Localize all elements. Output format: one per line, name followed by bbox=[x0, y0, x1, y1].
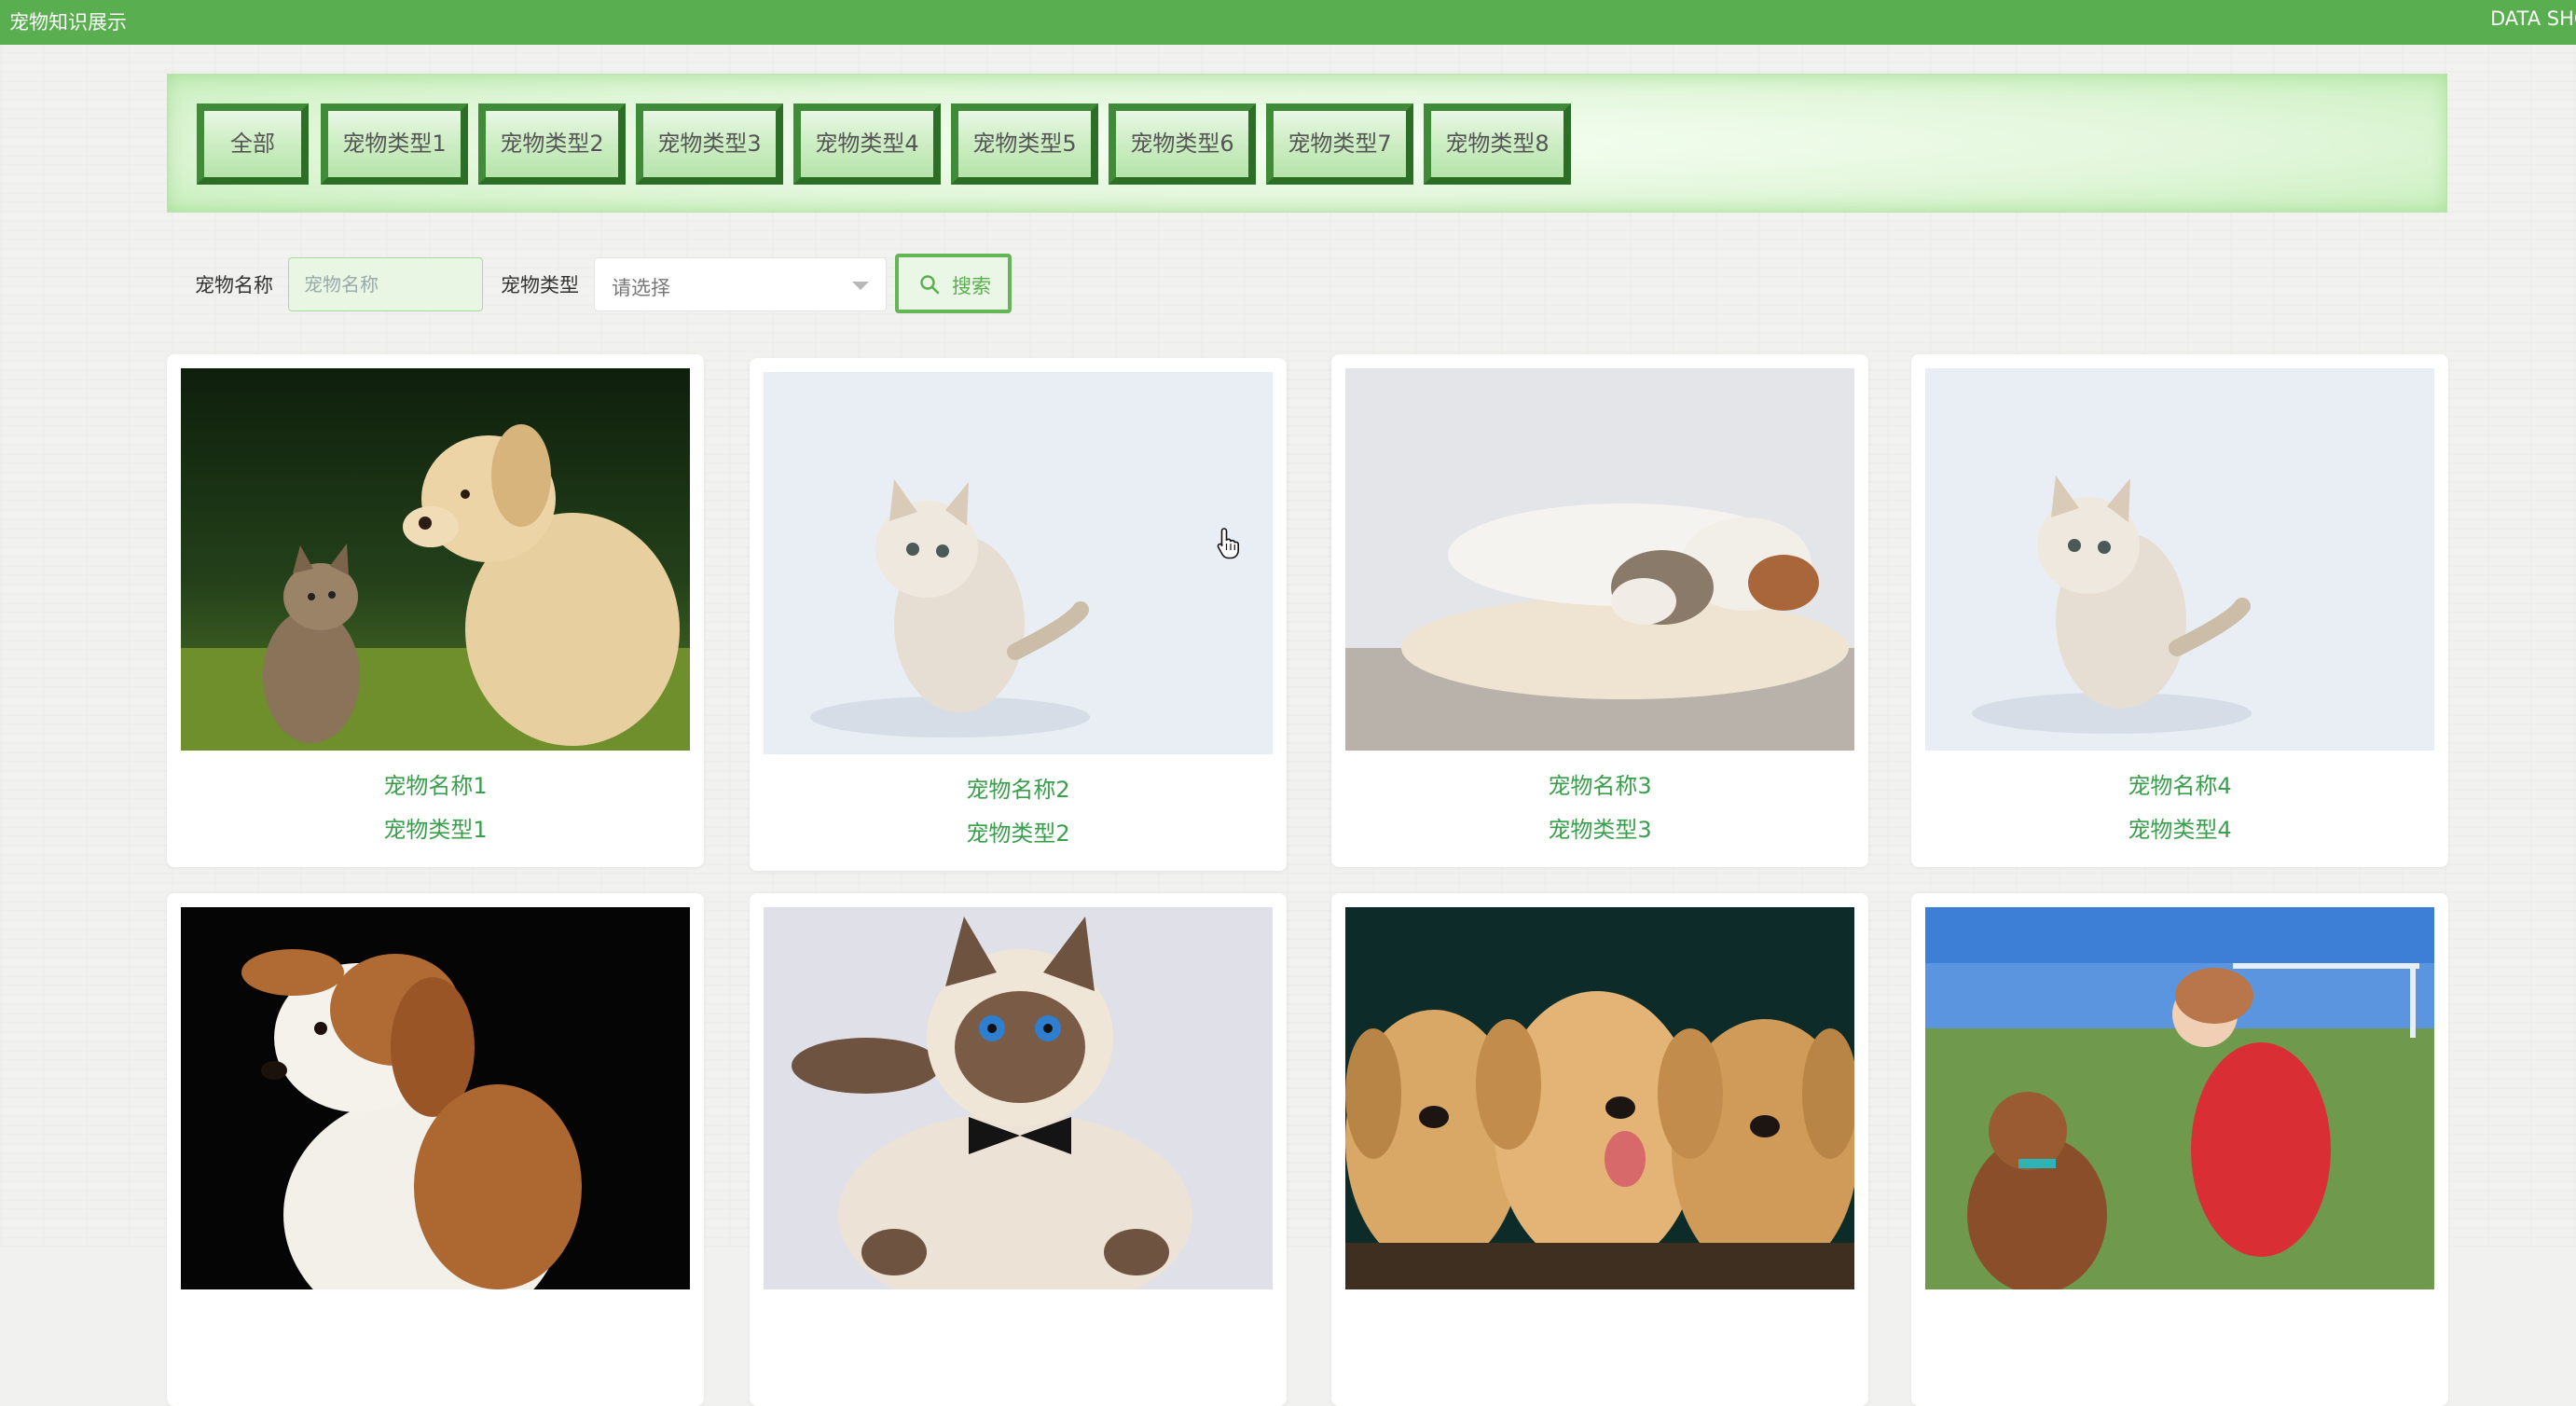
pet-card[interactable]: 宠物名称4 宠物类型4 bbox=[1911, 354, 2448, 867]
hand-cursor-icon bbox=[1217, 528, 1239, 559]
pet-name: 宠物名称1 bbox=[383, 773, 488, 799]
pet-name-input[interactable] bbox=[288, 257, 483, 311]
pet-card[interactable] bbox=[750, 893, 1287, 1406]
pet-card[interactable] bbox=[167, 893, 704, 1406]
search-button[interactable]: 搜索 bbox=[895, 254, 1012, 313]
pet-name: 宠物名称2 bbox=[966, 777, 1070, 803]
pet-type: 宠物类型1 bbox=[383, 817, 488, 843]
chevron-down-icon bbox=[852, 282, 869, 290]
pet-type-label: 宠物类型 bbox=[501, 274, 579, 296]
category-all-button[interactable]: 全部 bbox=[197, 103, 309, 185]
category-type5-button[interactable]: 宠物类型5 bbox=[951, 103, 1098, 185]
category-type1-button[interactable]: 宠物类型1 bbox=[321, 103, 468, 185]
category-type7-button[interactable]: 宠物类型7 bbox=[1266, 103, 1413, 185]
pet-card[interactable]: 宠物名称1 宠物类型1 bbox=[167, 354, 704, 867]
pet-photo-beagle-puppy bbox=[181, 907, 690, 1289]
pet-name-label: 宠物名称 bbox=[195, 274, 273, 296]
pet-card[interactable] bbox=[1911, 893, 2448, 1406]
pet-photo-siamese-cat-bowtie bbox=[764, 907, 1273, 1289]
header-right-text: DATA SHOW bbox=[2490, 7, 2576, 30]
pet-card[interactable] bbox=[1331, 893, 1868, 1406]
pet-type-placeholder: 请选择 bbox=[612, 277, 670, 299]
site-title: 宠物知识展示 bbox=[9, 11, 127, 34]
pet-name: 宠物名称4 bbox=[2128, 773, 2232, 799]
category-panel: 全部 宠物类型1 宠物类型2 宠物类型3 宠物类型4 宠物类型5 宠物类型6 宠… bbox=[167, 74, 2447, 213]
search-button-label: 搜索 bbox=[952, 275, 991, 297]
category-type4-button[interactable]: 宠物类型4 bbox=[793, 103, 941, 185]
pet-photo-white-kitten bbox=[764, 372, 1273, 754]
category-type8-button[interactable]: 宠物类型8 bbox=[1424, 103, 1571, 185]
top-bar: 宠物知识展示 DATA SHOW bbox=[0, 0, 2576, 45]
pet-photo-white-kitten bbox=[1925, 368, 2434, 751]
pet-photo-golden-retriever-puppies bbox=[1345, 907, 1854, 1289]
pet-card[interactable]: 宠物名称2 宠物类型2 bbox=[750, 358, 1287, 871]
category-type6-button[interactable]: 宠物类型6 bbox=[1109, 103, 1256, 185]
search-icon bbox=[920, 275, 940, 295]
pet-type-select[interactable]: 请选择 bbox=[594, 257, 887, 311]
pet-type: 宠物类型3 bbox=[1548, 817, 1652, 843]
search-bar: 宠物名称 宠物类型 请选择 搜索 bbox=[195, 254, 1034, 315]
pet-photo-woman-with-poodle bbox=[1925, 907, 2434, 1289]
pet-name: 宠物名称3 bbox=[1548, 773, 1652, 799]
pet-card[interactable]: 宠物名称3 宠物类型3 bbox=[1331, 354, 1868, 867]
pet-photo-puppy-and-kitten bbox=[181, 368, 690, 751]
pet-type: 宠物类型2 bbox=[966, 820, 1070, 847]
category-type2-button[interactable]: 宠物类型2 bbox=[478, 103, 626, 185]
category-type3-button[interactable]: 宠物类型3 bbox=[636, 103, 783, 185]
pet-type: 宠物类型4 bbox=[2128, 817, 2232, 843]
pet-photo-cat-and-dog-sleeping bbox=[1345, 368, 1854, 751]
